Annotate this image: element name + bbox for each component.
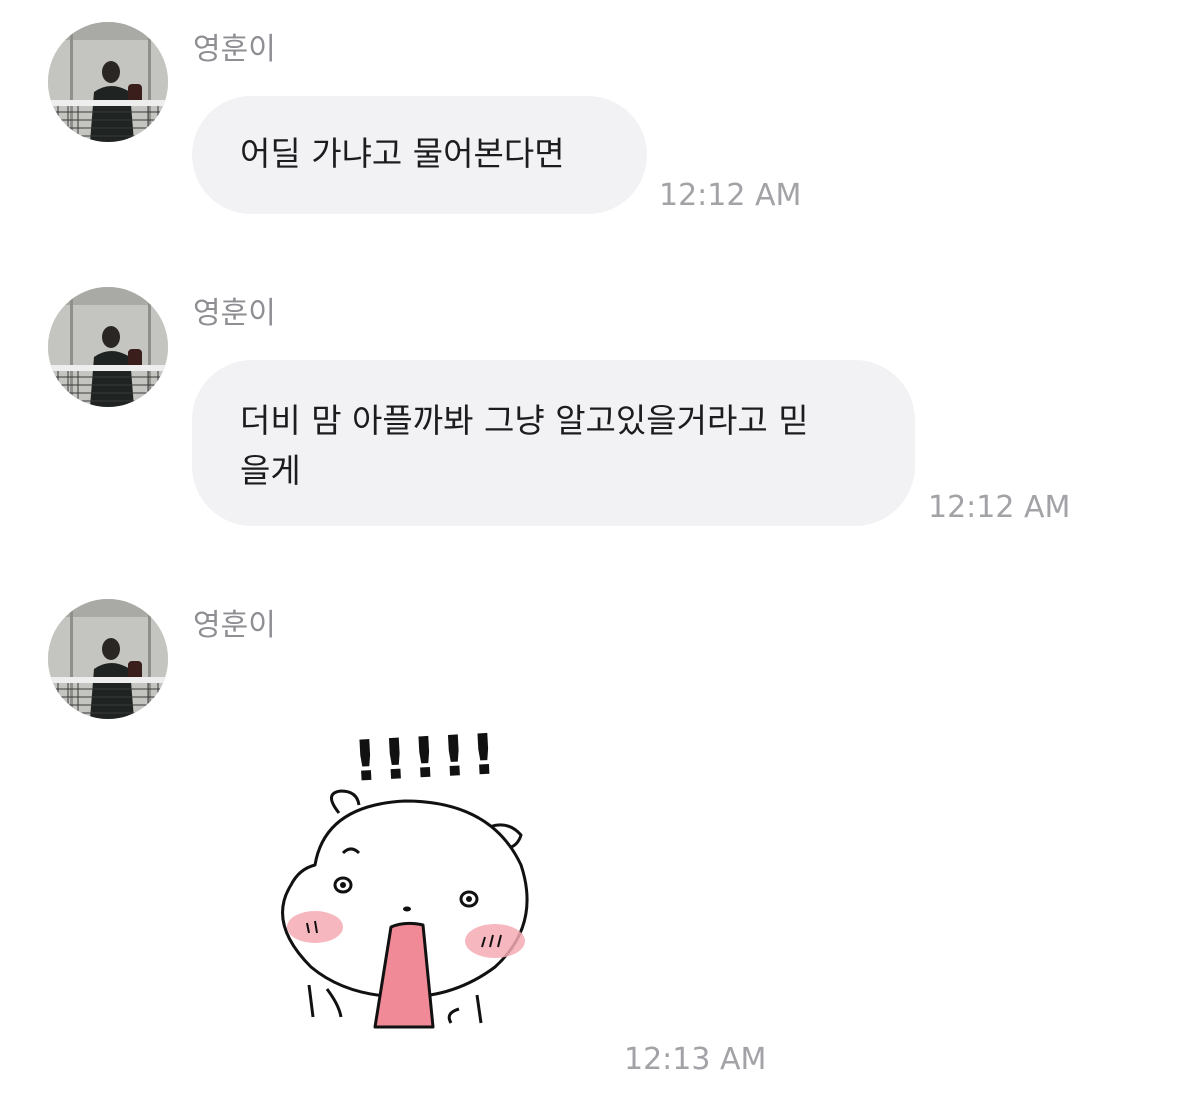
sender-name: 영훈이 [193, 32, 276, 67]
sender-name: 영훈이 [193, 296, 276, 331]
avatar-photo-icon [48, 599, 168, 719]
avatar[interactable] [48, 22, 168, 142]
surprised-bear-icon: !!!!! [281, 722, 529, 1029]
avatar[interactable] [48, 599, 168, 719]
message-bubble[interactable]: 더비 맘 아플까봐 그냥 알고있을거라고 믿 을게 [192, 360, 915, 526]
avatar-photo-icon [48, 287, 168, 407]
sticker-exclamation-text: !!!!! [351, 722, 502, 795]
message-time: 12:12 AM [659, 178, 802, 213]
avatar-photo-icon [48, 22, 168, 142]
message-time: 12:13 AM [624, 1042, 767, 1077]
message-time: 12:12 AM [928, 490, 1071, 525]
message-bubble[interactable]: 어딜 가냐고 물어본다면 [192, 96, 647, 214]
sender-name: 영훈이 [193, 608, 276, 643]
surprised-bear-sticker[interactable]: !!!!! [255, 705, 555, 1035]
avatar[interactable] [48, 287, 168, 407]
